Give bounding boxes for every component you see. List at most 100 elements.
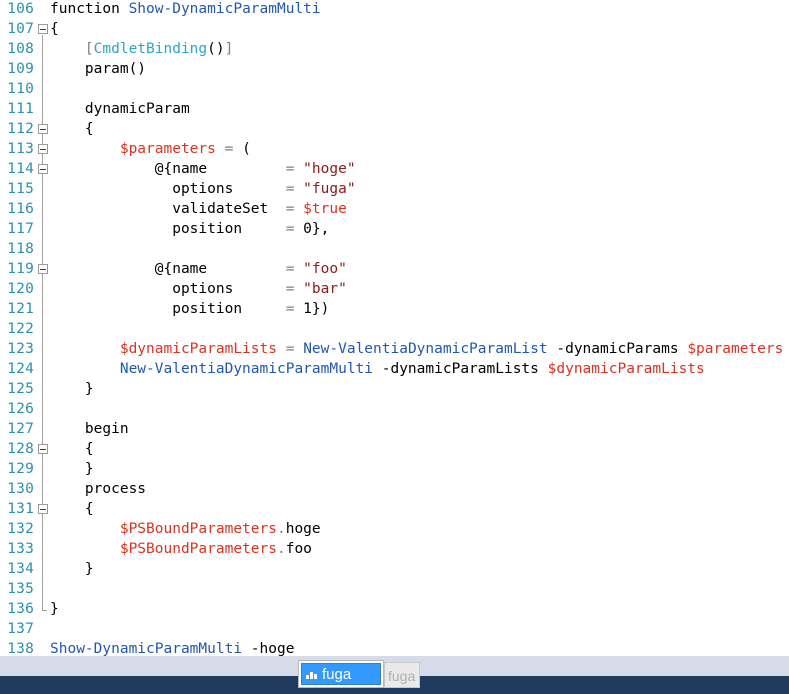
line-number: 135 xyxy=(7,581,34,597)
code-token: CmdletBinding xyxy=(93,41,208,57)
code-line[interactable]: 108 [CmdletBinding()] xyxy=(0,39,789,59)
code-text: $PSBoundParameters.hoge xyxy=(50,519,321,539)
code-text: @{name = "hoge" xyxy=(50,159,356,179)
code-editor[interactable]: 106 function Show-DynamicParamMulti 107 {10… xyxy=(0,0,789,656)
code-token: position xyxy=(50,221,286,237)
line-number: 110 xyxy=(7,81,34,97)
completion-popup[interactable]: fuga xyxy=(298,660,384,688)
code-line[interactable]: 125 } xyxy=(0,379,789,399)
code-token: . xyxy=(276,521,286,537)
line-number: 125 xyxy=(7,381,34,397)
code-text: } xyxy=(50,459,94,479)
collapse-icon[interactable] xyxy=(38,124,48,134)
code-text: New-ValentiaDynamicParamMulti -dynamicPa… xyxy=(50,359,705,379)
code-token: { xyxy=(50,121,94,137)
code-line[interactable]: 133 $PSBoundParameters.foo xyxy=(0,539,789,559)
collapse-icon[interactable] xyxy=(38,264,48,274)
code-token: $true xyxy=(303,201,347,217)
code-token: New-ValentiaDynamicParamList xyxy=(303,341,548,357)
line-number: 130 xyxy=(7,481,34,497)
completion-item-selected[interactable]: fuga xyxy=(301,663,381,685)
code-line[interactable]: 131 { xyxy=(0,499,789,519)
code-token: "hoge" xyxy=(303,161,356,177)
code-line[interactable]: 115 options = "fuga" xyxy=(0,179,789,199)
line-number: 118 xyxy=(7,241,34,257)
code-token: () xyxy=(207,41,225,57)
line-number: 126 xyxy=(7,401,34,417)
code-token: $dynamicParamLists xyxy=(119,341,277,357)
line-number: 136 xyxy=(7,601,34,617)
code-line[interactable]: 120 options = "bar" xyxy=(0,279,789,299)
code-line[interactable]: 113 $parameters = ( xyxy=(0,139,789,159)
line-number: 117 xyxy=(7,221,34,237)
line-number: 113 xyxy=(7,141,34,157)
code-line[interactable]: 121 position = 1}) xyxy=(0,299,789,319)
code-token: $parameters xyxy=(687,341,784,357)
code-token: -dynamicParams xyxy=(547,341,688,357)
collapse-icon[interactable] xyxy=(38,164,48,174)
code-line[interactable]: 135 xyxy=(0,579,789,599)
code-line[interactable]: 134 } xyxy=(0,559,789,579)
code-text: { xyxy=(50,119,94,139)
code-line[interactable]: 114 @{name = "hoge" xyxy=(0,159,789,179)
collapse-icon[interactable] xyxy=(38,24,48,34)
code-token: process xyxy=(50,481,147,497)
code-line[interactable]: 118 xyxy=(0,239,789,259)
code-line[interactable]: 132 $PSBoundParameters.hoge xyxy=(0,519,789,539)
code-text: { xyxy=(50,439,94,459)
code-line[interactable]: 127 begin xyxy=(0,419,789,439)
code-line[interactable]: 112 { xyxy=(0,119,789,139)
collapse-icon[interactable] xyxy=(38,444,48,454)
code-line[interactable]: 110 xyxy=(0,79,789,99)
code-token: Show-DynamicParamMulti xyxy=(50,641,243,656)
line-number: 131 xyxy=(7,501,34,517)
code-token: New-ValentiaDynamicParamMulti xyxy=(119,361,374,377)
code-token: validateSet xyxy=(50,201,286,217)
code-line[interactable]: 111 dynamicParam xyxy=(0,99,789,119)
code-token: } xyxy=(50,561,94,577)
code-line[interactable]: 124 New-ValentiaDynamicParamMulti -dynam… xyxy=(0,359,789,379)
line-number: 127 xyxy=(7,421,34,437)
code-text: } xyxy=(50,379,94,399)
line-number: 123 xyxy=(7,341,34,357)
code-token: 0}, xyxy=(294,221,330,237)
code-text: position = 0}, xyxy=(50,219,329,239)
code-line[interactable]: 109 param() xyxy=(0,59,789,79)
code-token: options xyxy=(50,281,286,297)
code-text: } xyxy=(50,599,59,619)
code-line[interactable]: 137 xyxy=(0,619,789,639)
collapse-icon[interactable] xyxy=(38,504,48,514)
code-line[interactable]: 126 xyxy=(0,399,789,419)
code-line[interactable]: 130 process xyxy=(0,479,789,499)
completion-ghost-item: fuga xyxy=(384,662,420,688)
code-line[interactable]: 122 xyxy=(0,319,789,339)
code-token: @{name xyxy=(50,161,286,177)
code-token: options xyxy=(50,181,286,197)
code-token: foo xyxy=(285,541,312,557)
line-number: 128 xyxy=(7,441,34,457)
code-token: hoge xyxy=(285,521,321,537)
code-line[interactable]: 106 function Show-DynamicParamMulti xyxy=(0,0,789,19)
code-line[interactable]: 123 $dynamicParamLists = New-ValentiaDyn… xyxy=(0,339,789,359)
code-text: $parameters = ( xyxy=(50,139,251,159)
line-number: 138 xyxy=(7,641,34,656)
code-line[interactable]: 136} xyxy=(0,599,789,619)
code-line[interactable]: 129 } xyxy=(0,459,789,479)
code-line[interactable]: 116 validateSet = $true xyxy=(0,199,789,219)
code-line[interactable]: 117 position = 0}, xyxy=(0,219,789,239)
line-number: 108 xyxy=(7,41,34,57)
code-line[interactable]: 119 @{name = "foo" xyxy=(0,259,789,279)
code-line[interactable]: 107 { xyxy=(0,19,789,39)
line-number: 107 xyxy=(7,21,34,37)
collapse-icon[interactable] xyxy=(38,144,48,154)
code-line[interactable]: 138 Show-DynamicParamMulti -hoge xyxy=(0,639,789,656)
code-token: position xyxy=(50,301,286,317)
code-line[interactable]: 128 { xyxy=(0,439,789,459)
line-number: 119 xyxy=(7,261,34,277)
code-text: param() xyxy=(50,59,146,79)
